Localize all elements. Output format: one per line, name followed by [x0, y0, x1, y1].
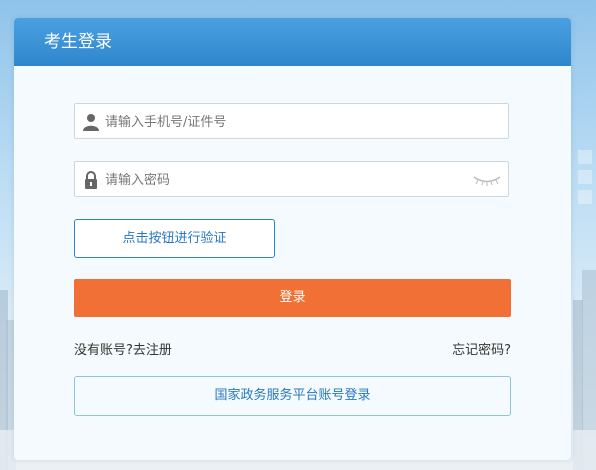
forgot-password-link[interactable]: 忘记密码? [452, 339, 511, 358]
register-prompt: 没有账号?去注册 [74, 339, 172, 358]
user-icon [83, 114, 99, 131]
page-title: 考生登录 [14, 18, 571, 66]
account-field[interactable] [74, 103, 509, 140]
password-field[interactable] [74, 161, 509, 198]
login-button[interactable]: 登录 [74, 279, 511, 317]
password-input[interactable] [103, 162, 477, 198]
verify-button[interactable]: 点击按钮进行验证 [74, 219, 275, 258]
gov-platform-login-button[interactable]: 国家政务服务平台账号登录 [74, 376, 511, 416]
account-input[interactable] [103, 104, 477, 140]
no-account-text: 没有账号? [74, 343, 133, 358]
eye-closed-icon[interactable] [472, 174, 502, 186]
register-link[interactable]: 去注册 [133, 343, 172, 358]
login-card: 考生登录 点击按钮进行验证 登录 没有账号?去注册 忘记密码? 国家政务服务平台… [14, 18, 571, 460]
lock-icon [85, 171, 97, 189]
